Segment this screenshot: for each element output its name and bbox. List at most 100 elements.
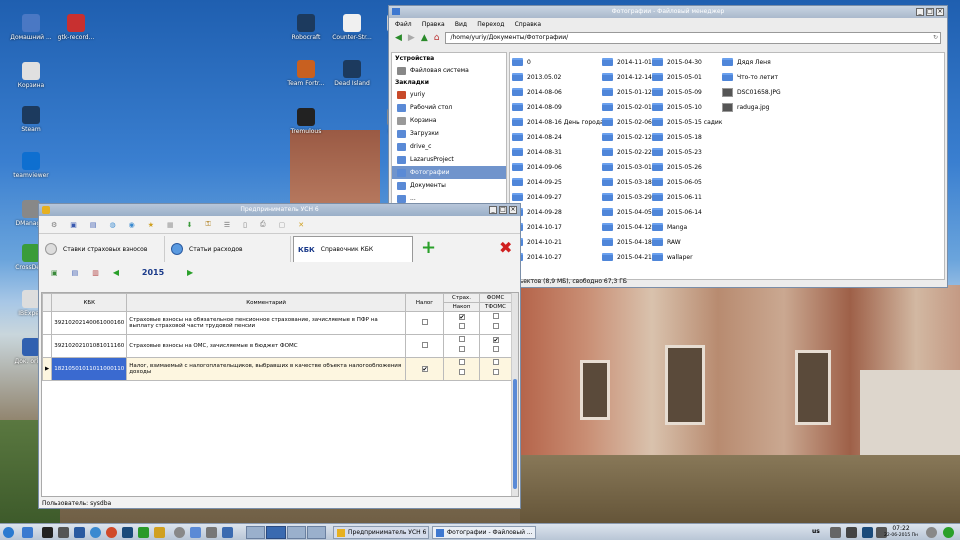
file-item[interactable]: Manga — [652, 220, 687, 234]
task-app[interactable]: Предприниматель УСН 6 — [333, 526, 429, 539]
checkbox[interactable]: ✔ — [421, 365, 428, 372]
start-menu-icon[interactable] — [3, 527, 14, 538]
settings-icon[interactable] — [174, 527, 185, 538]
strah-cell[interactable] — [443, 334, 480, 358]
minimize-button[interactable]: _ — [489, 206, 497, 214]
sidebar-item-bookmark[interactable]: Загрузки — [392, 127, 506, 140]
sidebar-item-bookmark[interactable]: Рабочий стол — [392, 101, 506, 114]
sidebar-item-bookmark[interactable]: Корзина — [392, 114, 506, 127]
file-item[interactable]: 0 — [512, 55, 531, 69]
office-icon[interactable] — [138, 527, 149, 538]
col-nakop[interactable]: Накоп — [443, 302, 480, 312]
file-item[interactable]: 2014-09-25 — [512, 175, 562, 189]
reload-icon[interactable]: ↻ — [933, 33, 938, 43]
checkbox[interactable] — [458, 346, 465, 352]
desktop-icon[interactable]: Dead Island — [326, 60, 378, 88]
file-item[interactable]: 2015-06-14 — [652, 205, 702, 219]
file-item[interactable]: RAW — [652, 235, 681, 249]
print-icon[interactable]: ▤ — [90, 221, 97, 229]
checkbox[interactable] — [458, 359, 465, 365]
col-strah[interactable]: Страх. — [443, 293, 480, 303]
foms-cell[interactable]: ✔ — [479, 334, 512, 358]
file-item[interactable]: 2014-08-06 — [512, 85, 562, 99]
desktop-icon[interactable]: Корзина — [5, 62, 57, 90]
calendar-icon[interactable] — [58, 527, 69, 538]
col-kbk[interactable]: КБК — [51, 293, 128, 312]
desktop-icon[interactable]: Robocraft — [280, 14, 332, 42]
close-button[interactable]: × — [509, 206, 517, 214]
terminal-icon[interactable] — [42, 527, 53, 538]
checkbox[interactable] — [458, 323, 465, 329]
checkbox[interactable]: ✔ — [458, 314, 465, 321]
file-item[interactable]: 2014-08-09 — [512, 100, 562, 114]
file-item[interactable]: 2015-05-15 садик — [652, 115, 722, 129]
keyboard-layout[interactable]: us — [812, 528, 820, 535]
settings-icon[interactable]: ⚙ — [51, 221, 57, 229]
checkbox[interactable] — [492, 313, 499, 319]
tab-kbk-reference[interactable]: КБК Справочник КБК — [293, 236, 413, 262]
manager-icon[interactable] — [222, 527, 233, 538]
file-item[interactable]: 2014-08-24 — [512, 130, 562, 144]
file-item[interactable]: 2015-03-01 — [602, 160, 652, 174]
strah-cell[interactable]: ✔ — [443, 311, 480, 335]
page-icon[interactable]: ▢ — [279, 221, 286, 229]
lock-icon[interactable] — [926, 527, 937, 538]
add-icon[interactable]: + — [421, 238, 436, 258]
sidebar-item-bookmark[interactable]: Фотографии — [392, 166, 506, 179]
comment-cell[interactable]: Страховые взносы на ОМС, зачисляемые в б… — [126, 334, 406, 358]
checkbox[interactable] — [492, 359, 499, 365]
workspace-4[interactable] — [306, 526, 326, 539]
new-icon[interactable]: ▣ — [51, 269, 58, 277]
path-input[interactable]: /home/yuriy/Документы/Фотографии/ ↻ — [445, 31, 941, 44]
list-icon[interactable]: ☰ — [224, 221, 230, 229]
kbk-cell[interactable]: 39210202140061000160 — [51, 311, 128, 335]
files-icon[interactable] — [190, 527, 201, 538]
col-nalog[interactable]: Налог — [405, 293, 444, 312]
volume-icon[interactable] — [846, 527, 857, 538]
nalog-cell[interactable] — [405, 334, 444, 358]
app-window[interactable]: Предприниматель УСН 6 _ □ × ⚙ ▣ ▤ ◍ ◉ ★ … — [38, 203, 521, 509]
comment-cell[interactable]: Страховые взносы на обязательное пенсион… — [126, 311, 406, 335]
file-area[interactable]: 0 2013.05.02 2014-08-06 2014-08-09 2014-08-1… — [509, 52, 945, 280]
tab-insurance-rates[interactable]: Ставки страховых взносов — [41, 236, 165, 262]
tools-icon[interactable]: ✕ — [298, 221, 304, 229]
menu-help[interactable]: Справка — [515, 21, 541, 28]
checkbox[interactable] — [458, 369, 465, 375]
file-item[interactable]: 2015-02-01 — [602, 100, 652, 114]
desktop-icon[interactable]: gtk-record... — [50, 14, 102, 42]
file-manager-titlebar[interactable]: Фотографии - Файловый менеджер _ □ × — [389, 6, 947, 18]
printer-icon[interactable]: ⎙ — [260, 220, 266, 229]
menu-edit[interactable]: Правка — [422, 21, 445, 28]
desktop-icon[interactable]: teamviewer — [5, 152, 57, 180]
comment-cell[interactable]: Налог, взимаемый с налогоплательщиков, в… — [126, 357, 406, 381]
file-item[interactable]: Дядя Леня — [722, 55, 771, 69]
task-file-manager[interactable]: Фотографии - Файловый ... — [432, 526, 536, 539]
app-launcher-icon[interactable] — [154, 527, 165, 538]
kbk-table-container[interactable]: КБК Комментарий Налог Страх. ФОМС Накоп … — [41, 292, 519, 497]
file-item[interactable]: 2015-01-12 — [602, 85, 652, 99]
checkbox[interactable] — [492, 369, 499, 375]
menu-view[interactable]: Вид — [455, 21, 467, 28]
foms-cell[interactable] — [479, 357, 512, 381]
doc-icon[interactable]: ▯ — [243, 221, 247, 229]
grid-icon[interactable]: ▦ — [167, 221, 174, 229]
back-icon[interactable]: ◀ — [395, 33, 402, 43]
file-item[interactable]: 2015-05-10 — [652, 100, 702, 114]
workspace-switcher[interactable] — [246, 526, 326, 539]
file-item[interactable]: 2014-08-16 День города — [512, 115, 604, 129]
file-item[interactable]: 2015-04-21 — [602, 250, 652, 264]
desktop-icon[interactable]: Tremulous — [280, 108, 332, 136]
checkbox[interactable] — [492, 323, 499, 329]
scrollbar-thumb[interactable] — [513, 379, 517, 489]
chat-icon[interactable]: ◍ — [110, 221, 116, 229]
menu-file[interactable]: Файл — [395, 21, 412, 28]
file-item[interactable]: 2015-06-05 — [652, 175, 702, 189]
file-item[interactable]: 2015-05-01 — [652, 70, 702, 84]
steam-tray-icon[interactable] — [862, 527, 873, 538]
workspace-1[interactable] — [246, 526, 266, 539]
file-item[interactable]: 2014-11-01 — [602, 55, 652, 69]
file-item[interactable]: 2015-04-30 — [652, 55, 702, 69]
document-icon[interactable] — [74, 527, 85, 538]
table-scrollbar[interactable] — [511, 293, 518, 496]
file-item[interactable]: 2015-05-09 — [652, 85, 702, 99]
